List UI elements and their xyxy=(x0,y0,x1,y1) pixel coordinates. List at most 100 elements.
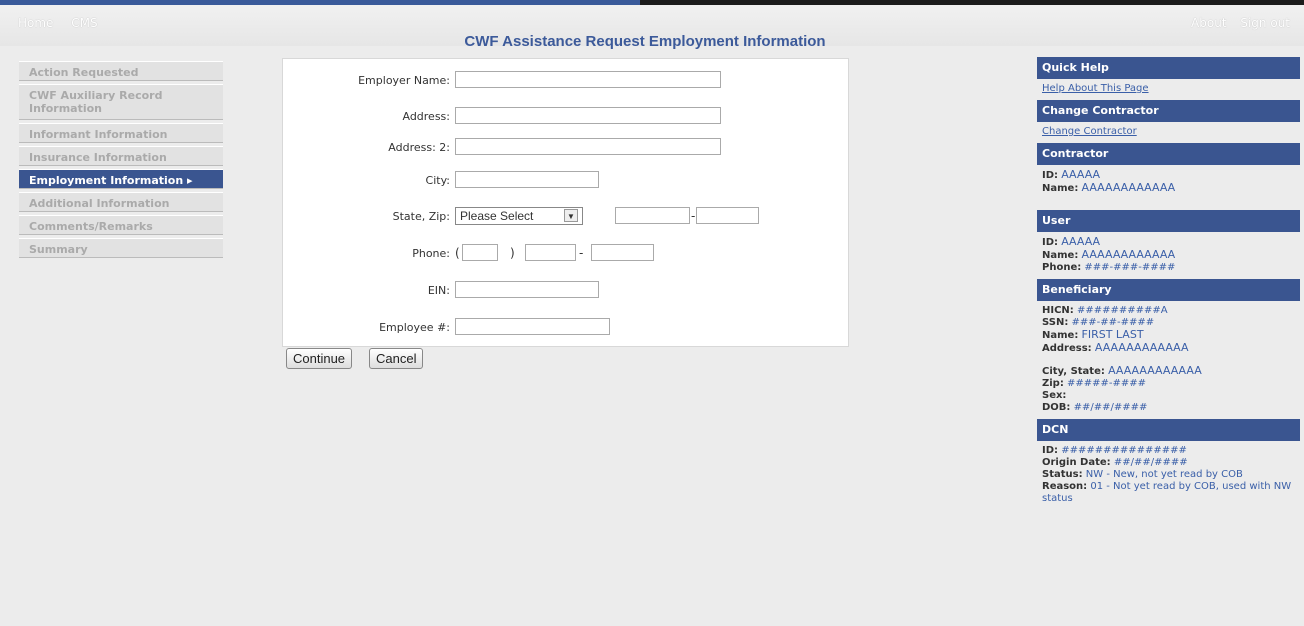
top-nav-left: Home CMS xyxy=(18,16,112,30)
zip-value: #####-#### xyxy=(1067,378,1147,389)
zip-dash: - xyxy=(691,209,696,223)
quick-help-body: Help About This Page xyxy=(1037,79,1300,100)
city-input[interactable] xyxy=(455,171,599,188)
nav-item-insurance-information[interactable]: Insurance Information xyxy=(19,146,223,166)
quick-help-header: Quick Help xyxy=(1037,57,1300,79)
user-name: AAAAAAAAAAAA xyxy=(1081,248,1176,261)
chevron-down-icon: ▼ xyxy=(564,209,578,222)
right-sidebar: Quick Help Help About This Page Change C… xyxy=(1037,57,1300,510)
ein-label: EIN: xyxy=(427,284,450,297)
user-header: User xyxy=(1037,210,1300,232)
phone-line-input[interactable] xyxy=(591,244,654,261)
employee-number-row: Employee #: xyxy=(283,318,848,338)
change-contractor-body: Change Contractor xyxy=(1037,122,1300,143)
contractor-name: AAAAAAAAAAAA xyxy=(1081,181,1176,194)
reason-label: Reason: xyxy=(1042,481,1088,492)
nav-item-informant-information[interactable]: Informant Information xyxy=(19,123,223,143)
status-label: Status: xyxy=(1042,469,1083,480)
ein-row: EIN: xyxy=(283,281,848,301)
contractor-id: AAAAA xyxy=(1061,168,1101,181)
city-state-label: City, State: xyxy=(1042,366,1105,377)
city-row: City: xyxy=(283,171,848,191)
ssn-value: ###-##-#### xyxy=(1071,317,1155,328)
state-zip-label: State, Zip: xyxy=(392,210,450,223)
cancel-button[interactable]: Cancel xyxy=(369,348,424,369)
employee-number-input[interactable] xyxy=(455,318,610,335)
header-stripe-accent xyxy=(0,0,640,5)
origin-date-label: Origin Date: xyxy=(1042,457,1111,468)
dob-label: DOB: xyxy=(1042,402,1071,413)
sex-label: Sex: xyxy=(1042,390,1067,401)
phone-label: Phone: xyxy=(412,247,450,260)
about-link[interactable]: About xyxy=(1191,16,1226,30)
city-state-value: AAAAAAAAAAAA xyxy=(1108,364,1202,377)
left-nav: Action Requested CWF Auxiliary Record In… xyxy=(19,61,223,261)
user-name-label: Name: xyxy=(1042,250,1079,261)
user-body: ID: AAAAA Name: AAAAAAAAAAAA Phone: ###-… xyxy=(1037,232,1300,279)
beneficiary-name-label: Name: xyxy=(1042,330,1079,341)
phone-prefix-input[interactable] xyxy=(525,244,576,261)
state-select-value: Please Select xyxy=(460,209,534,223)
ssn-label: SSN: xyxy=(1042,317,1069,328)
phone-open-paren: ( xyxy=(455,246,460,260)
nav-item-employment-information[interactable]: Employment Information ▸ xyxy=(19,169,223,189)
zip-input[interactable] xyxy=(615,207,690,224)
sign-out-link[interactable]: Sign out xyxy=(1240,16,1290,30)
address2-row: Address: 2: xyxy=(283,138,848,158)
nav-item-cwf-auxiliary-record[interactable]: CWF Auxiliary Record Information xyxy=(19,84,223,120)
dcn-id: ############### xyxy=(1061,445,1187,456)
nav-item-comments-remarks[interactable]: Comments/Remarks xyxy=(19,215,223,235)
change-contractor-link[interactable]: Change Contractor xyxy=(1042,126,1137,137)
user-phone-label: Phone: xyxy=(1042,262,1082,273)
dcn-body: ID: ############### Origin Date: ##/##/#… xyxy=(1037,441,1300,510)
help-about-page-link[interactable]: Help About This Page xyxy=(1042,83,1149,94)
user-id: AAAAA xyxy=(1061,235,1101,248)
nav-item-action-requested[interactable]: Action Requested xyxy=(19,61,223,81)
home-link[interactable]: Home xyxy=(18,16,53,30)
dob-value: ##/##/#### xyxy=(1073,402,1148,413)
phone-dash: - xyxy=(579,246,584,260)
employer-name-row: Employer Name: xyxy=(283,71,848,91)
contractor-name-label: Name: xyxy=(1042,183,1079,194)
origin-date: ##/##/#### xyxy=(1113,457,1188,468)
dcn-id-label: ID: xyxy=(1042,445,1059,456)
nav-item-additional-information[interactable]: Additional Information xyxy=(19,192,223,212)
ein-input[interactable] xyxy=(455,281,599,298)
nav-item-summary[interactable]: Summary xyxy=(19,238,223,258)
beneficiary-name: FIRST LAST xyxy=(1081,328,1144,341)
hicn-label: HICN: xyxy=(1042,305,1074,316)
beneficiary-address: AAAAAAAAAAAA xyxy=(1094,341,1189,354)
continue-button[interactable]: Continue xyxy=(286,348,353,369)
beneficiary-address-label: Address: xyxy=(1042,343,1092,354)
state-select[interactable]: Please Select ▼ xyxy=(455,207,583,225)
phone-area-input[interactable] xyxy=(462,244,498,261)
address-row: Address: xyxy=(283,107,848,127)
top-nav-right: About Sign out xyxy=(1191,16,1300,30)
city-label: City: xyxy=(425,174,450,187)
hicn-value: ##########A xyxy=(1076,305,1168,316)
user-phone: ###-###-#### xyxy=(1084,262,1176,273)
address2-label: Address: 2: xyxy=(388,141,450,154)
user-id-label: ID: xyxy=(1042,237,1059,248)
state-zip-row: State, Zip: Please Select ▼ - xyxy=(283,207,848,227)
zip4-input[interactable] xyxy=(696,207,759,224)
employer-name-label: Employer Name: xyxy=(358,74,450,87)
zip-label: Zip: xyxy=(1042,378,1064,389)
dcn-header: DCN xyxy=(1037,419,1300,441)
employer-name-input[interactable] xyxy=(455,71,721,88)
status-value: NW - New, not yet read by COB xyxy=(1085,469,1243,480)
cms-link[interactable]: CMS xyxy=(71,16,97,30)
address2-input[interactable] xyxy=(455,138,721,155)
employee-number-label: Employee #: xyxy=(379,321,450,334)
change-contractor-header: Change Contractor xyxy=(1037,100,1300,122)
beneficiary-header: Beneficiary xyxy=(1037,279,1300,301)
phone-row: Phone: ( ) - xyxy=(283,244,848,264)
page-title-text: CWF Assistance Request Employment Inform… xyxy=(464,33,826,50)
address-input[interactable] xyxy=(455,107,721,124)
beneficiary-body: HICN: ##########A SSN: ###-##-#### Name:… xyxy=(1037,301,1300,419)
phone-close-paren: ) xyxy=(510,246,515,260)
page-title: CWF Assistance Request Employment Inform… xyxy=(0,33,1304,50)
employment-form: Employer Name: Address: Address: 2: City… xyxy=(282,58,849,347)
contractor-header: Contractor xyxy=(1037,143,1300,165)
header-stripe xyxy=(0,0,1304,5)
